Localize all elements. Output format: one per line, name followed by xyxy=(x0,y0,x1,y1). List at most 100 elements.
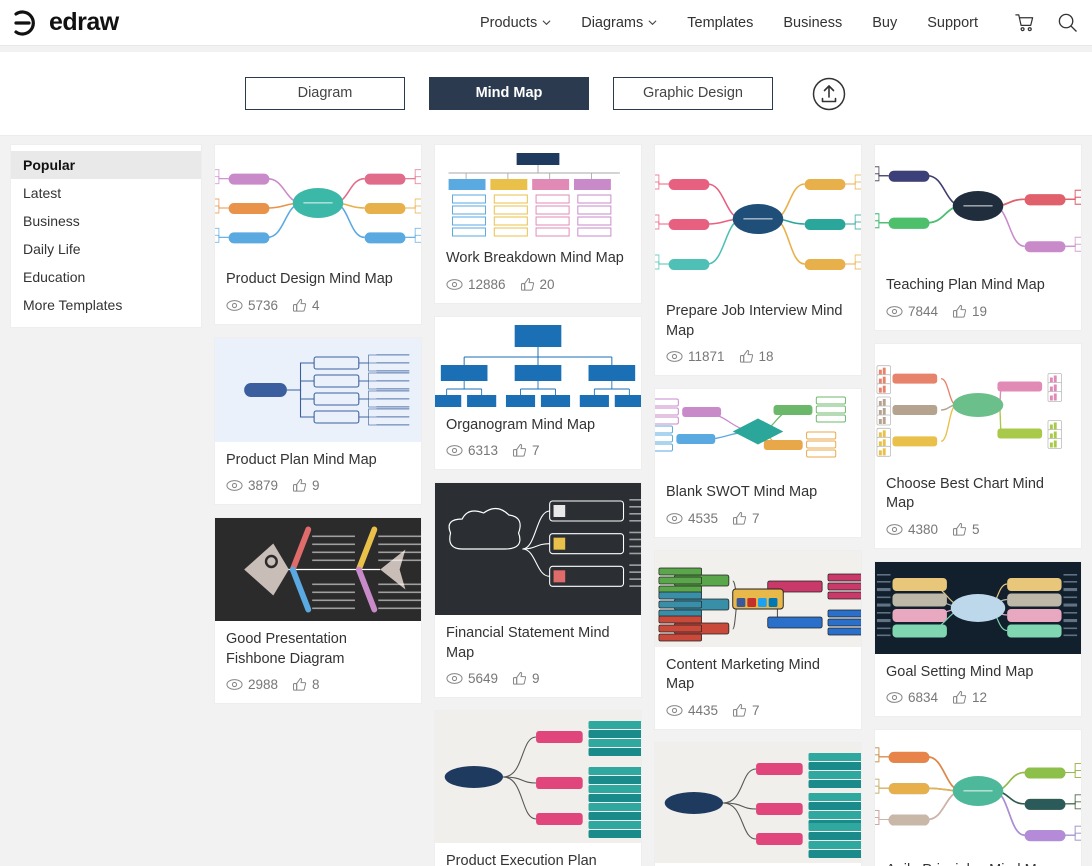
sidebar-item-more-templates[interactable]: More Templates xyxy=(11,291,201,319)
template-grid-column: Product Design Mind Map 5736 4 Product P… xyxy=(214,144,422,866)
template-stats: 11871 18 xyxy=(666,349,850,364)
thumbs-up-icon xyxy=(953,522,967,536)
view-count-value: 2988 xyxy=(248,677,279,693)
thumbs-up-icon xyxy=(953,691,967,704)
template-title: Product Plan Mind Map xyxy=(226,451,377,468)
logo-text: edraw xyxy=(49,8,119,36)
logo[interactable]: edraw xyxy=(0,8,119,37)
template-card[interactable]: Product Execution Plan Mind xyxy=(654,741,862,866)
nav-item-support[interactable]: Support xyxy=(927,15,978,31)
view-count: 6313 xyxy=(446,443,498,458)
template-thumbnail xyxy=(435,316,641,407)
thumbs-up-icon xyxy=(513,444,527,457)
view-count: 11871 xyxy=(666,349,725,364)
nav-item-business[interactable]: Business xyxy=(783,15,842,31)
template-card-body: Product Execution Plan Mind Map xyxy=(435,843,641,866)
nav-item-buy[interactable]: Buy xyxy=(872,15,897,31)
template-title: Content Marketing Mind Map xyxy=(666,656,820,693)
tab-graphic-design[interactable]: Graphic Design xyxy=(613,77,773,110)
sidebar-item-popular[interactable]: Popular xyxy=(11,151,201,179)
search-icon[interactable] xyxy=(1057,12,1078,33)
eye-icon xyxy=(446,673,463,685)
view-count: 5649 xyxy=(446,671,498,686)
like-count: 7 xyxy=(732,511,760,526)
template-stats: 4435 7 xyxy=(666,703,850,718)
template-card[interactable]: Product Execution Plan Mind Map xyxy=(434,710,642,866)
shopping-cart-icon[interactable] xyxy=(1014,12,1035,33)
like-count: 7 xyxy=(732,703,760,718)
view-count-value: 5649 xyxy=(468,671,499,687)
like-count-value: 4 xyxy=(312,297,320,313)
template-thumbnail xyxy=(435,711,641,844)
template-title: Blank SWOT Mind Map xyxy=(666,484,818,501)
template-card[interactable]: Goal Setting Mind Map 6834 12 xyxy=(874,560,1082,718)
sidebar-item-education[interactable]: Education xyxy=(11,263,201,291)
like-count: 18 xyxy=(739,349,774,364)
template-thumbnail xyxy=(875,730,1081,853)
eye-icon xyxy=(446,445,463,457)
nav-label: Templates xyxy=(687,14,754,31)
view-count: 4435 xyxy=(666,703,718,718)
like-count: 19 xyxy=(952,304,987,319)
template-card[interactable]: Prepare Job Interview Mind Map 11871 18 xyxy=(654,144,862,377)
template-card[interactable]: Teaching Plan Mind Map 7844 19 xyxy=(874,144,1082,331)
like-count: 20 xyxy=(520,277,555,292)
template-thumbnail xyxy=(215,337,421,442)
template-card[interactable]: Blank SWOT Mind Map 4535 7 xyxy=(654,388,862,538)
template-thumbnail xyxy=(435,145,641,240)
template-card[interactable]: Choose Best Chart Mind Map 4380 5 xyxy=(874,342,1082,549)
template-card[interactable]: Good Presentation Fishbone Diagram 2988 … xyxy=(214,517,422,705)
template-card[interactable]: Organogram Mind Map 6313 7 xyxy=(434,315,642,471)
upload-button[interactable] xyxy=(811,76,847,112)
eye-icon xyxy=(666,351,683,363)
template-stats: 2988 8 xyxy=(226,677,410,692)
nav-item-products[interactable]: Products xyxy=(480,15,551,31)
sidebar-item-latest[interactable]: Latest xyxy=(11,179,201,207)
eye-icon xyxy=(226,679,243,691)
template-card[interactable]: Financial Statement Mind Map 5649 9 xyxy=(434,482,642,699)
template-card[interactable]: Agile Principles Mind Map 9897 13 xyxy=(874,729,1082,866)
site-header: edraw Products Diagrams Templates Busine… xyxy=(0,0,1092,46)
template-card[interactable]: Product Design Mind Map 5736 4 xyxy=(214,144,422,325)
nav-item-diagrams[interactable]: Diagrams xyxy=(581,15,657,31)
eye-icon xyxy=(446,278,463,290)
template-card-body: Product Plan Mind Map 3879 9 xyxy=(215,442,421,505)
like-count-value: 5 xyxy=(972,521,980,537)
template-grid-column: Work Breakdown Mind Map 12886 20 Organog… xyxy=(434,144,642,866)
template-card-body: Financial Statement Mind Map 5649 9 xyxy=(435,615,641,697)
template-stats: 6313 7 xyxy=(446,443,630,458)
template-thumbnail xyxy=(655,145,861,293)
template-thumbnail xyxy=(215,518,421,622)
view-count-value: 12886 xyxy=(468,276,506,292)
template-card[interactable]: Content Marketing Mind Map 4435 7 xyxy=(654,549,862,730)
template-card[interactable]: Work Breakdown Mind Map 12886 20 xyxy=(434,144,642,304)
view-count: 6834 xyxy=(886,690,938,705)
like-count-value: 9 xyxy=(312,478,320,494)
template-thumbnail xyxy=(875,561,1081,654)
template-card-body: Agile Principles Mind Map 9897 13 xyxy=(875,852,1081,866)
thumbs-up-icon xyxy=(733,511,747,525)
template-card[interactable]: Product Plan Mind Map 3879 9 xyxy=(214,336,422,506)
template-title: Prepare Job Interview Mind Map xyxy=(666,303,843,339)
template-title: Financial Statement Mind Map xyxy=(446,625,610,661)
like-count: 9 xyxy=(292,478,320,493)
sidebar-item-business[interactable]: Business xyxy=(11,207,201,235)
thumbs-up-icon xyxy=(513,672,527,685)
tab-diagram[interactable]: Diagram xyxy=(245,77,405,110)
tab-mind-map[interactable]: Mind Map xyxy=(429,77,589,110)
like-count-value: 18 xyxy=(758,349,774,365)
view-count: 3879 xyxy=(226,478,278,493)
category-filter-bar: Diagram Mind Map Graphic Design xyxy=(0,52,1092,136)
thumbs-up-icon xyxy=(733,703,747,717)
nav-label: Business xyxy=(783,14,843,31)
nav-item-templates[interactable]: Templates xyxy=(687,15,753,31)
view-count-value: 4435 xyxy=(688,702,719,718)
template-stats: 7844 19 xyxy=(886,304,1070,319)
view-count: 12886 xyxy=(446,277,506,292)
view-count: 2988 xyxy=(226,677,278,692)
eye-icon xyxy=(886,523,903,535)
like-count-value: 8 xyxy=(312,677,320,693)
template-thumbnail xyxy=(215,145,421,261)
sidebar-item-daily-life[interactable]: Daily Life xyxy=(11,235,201,263)
like-count: 4 xyxy=(292,298,320,313)
